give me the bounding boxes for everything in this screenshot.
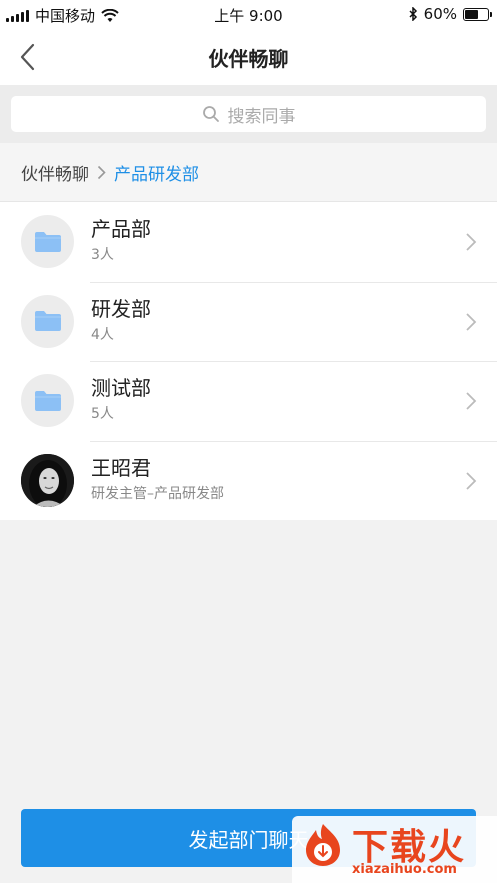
list-item-person[interactable]: 王昭君 研发主管–产品研发部 bbox=[0, 440, 497, 521]
chevron-right-icon bbox=[466, 233, 477, 251]
folder-icon bbox=[34, 390, 61, 411]
search-icon bbox=[202, 106, 219, 122]
folder-avatar bbox=[21, 374, 74, 427]
chevron-right-icon bbox=[466, 392, 477, 410]
start-chat-label: 发起部门聊天 bbox=[188, 827, 309, 852]
department-list: 产品部 3人 研发部 4人 测试部 5人 王昭君 研发主管–产品研发部 bbox=[0, 202, 497, 520]
item-text: 王昭君 研发主管–产品研发部 bbox=[91, 454, 224, 504]
item-title: 研发部 bbox=[91, 296, 151, 321]
avatar bbox=[21, 453, 74, 507]
person-photo bbox=[21, 453, 74, 507]
list-item-product[interactable]: 产品部 3人 bbox=[0, 202, 497, 282]
item-subtitle: 3人 bbox=[91, 247, 114, 263]
chevron-right-icon bbox=[466, 471, 477, 490]
page-title: 伙伴畅聊 bbox=[208, 47, 289, 71]
battery-percent: 60% bbox=[423, 5, 457, 23]
item-subtitle: 5人 bbox=[91, 406, 114, 422]
item-subtitle: 研发主管–产品研发部 bbox=[91, 485, 224, 502]
folder-icon bbox=[34, 231, 61, 252]
battery-level bbox=[465, 9, 479, 19]
list-item-qa[interactable]: 测试部 5人 bbox=[0, 361, 497, 441]
flame-logo-icon bbox=[306, 824, 340, 866]
item-title: 王昭君 bbox=[91, 455, 151, 480]
chevron-right-icon bbox=[97, 165, 106, 180]
status-bar: 中国移动 上午 9:00 60% bbox=[0, 0, 497, 30]
breadcrumb: 伙伴畅聊 产品研发部 bbox=[0, 143, 497, 202]
list-item-rnd[interactable]: 研发部 4人 bbox=[0, 281, 497, 362]
breadcrumb-current: 产品研发部 bbox=[114, 164, 199, 185]
watermark: 下载火 xiazaihuo.com bbox=[292, 816, 497, 883]
item-text: 产品部 3人 bbox=[91, 215, 151, 265]
item-text: 研发部 4人 bbox=[91, 295, 151, 345]
item-title: 测试部 bbox=[91, 376, 151, 400]
search-input[interactable]: 搜索同事 bbox=[11, 96, 486, 132]
search-area: 搜索同事 bbox=[0, 85, 497, 143]
folder-avatar bbox=[21, 215, 74, 268]
item-text: 测试部 5人 bbox=[91, 374, 151, 424]
folder-icon bbox=[34, 311, 61, 331]
bluetooth-icon bbox=[409, 7, 417, 21]
back-button[interactable] bbox=[14, 42, 44, 72]
status-right: 60% bbox=[409, 5, 492, 23]
search-placeholder: 搜索同事 bbox=[227, 106, 296, 127]
chevron-right-icon bbox=[466, 312, 477, 331]
breadcrumb-root[interactable]: 伙伴畅聊 bbox=[21, 160, 89, 185]
item-subtitle: 4人 bbox=[91, 326, 114, 343]
watermark-url: xiazaihuo.com bbox=[352, 862, 457, 877]
nav-bar: 伙伴畅聊 bbox=[0, 30, 497, 85]
folder-avatar bbox=[21, 294, 74, 348]
chevron-left-icon bbox=[20, 43, 35, 71]
item-title: 产品部 bbox=[91, 217, 151, 241]
battery-icon bbox=[463, 7, 492, 21]
